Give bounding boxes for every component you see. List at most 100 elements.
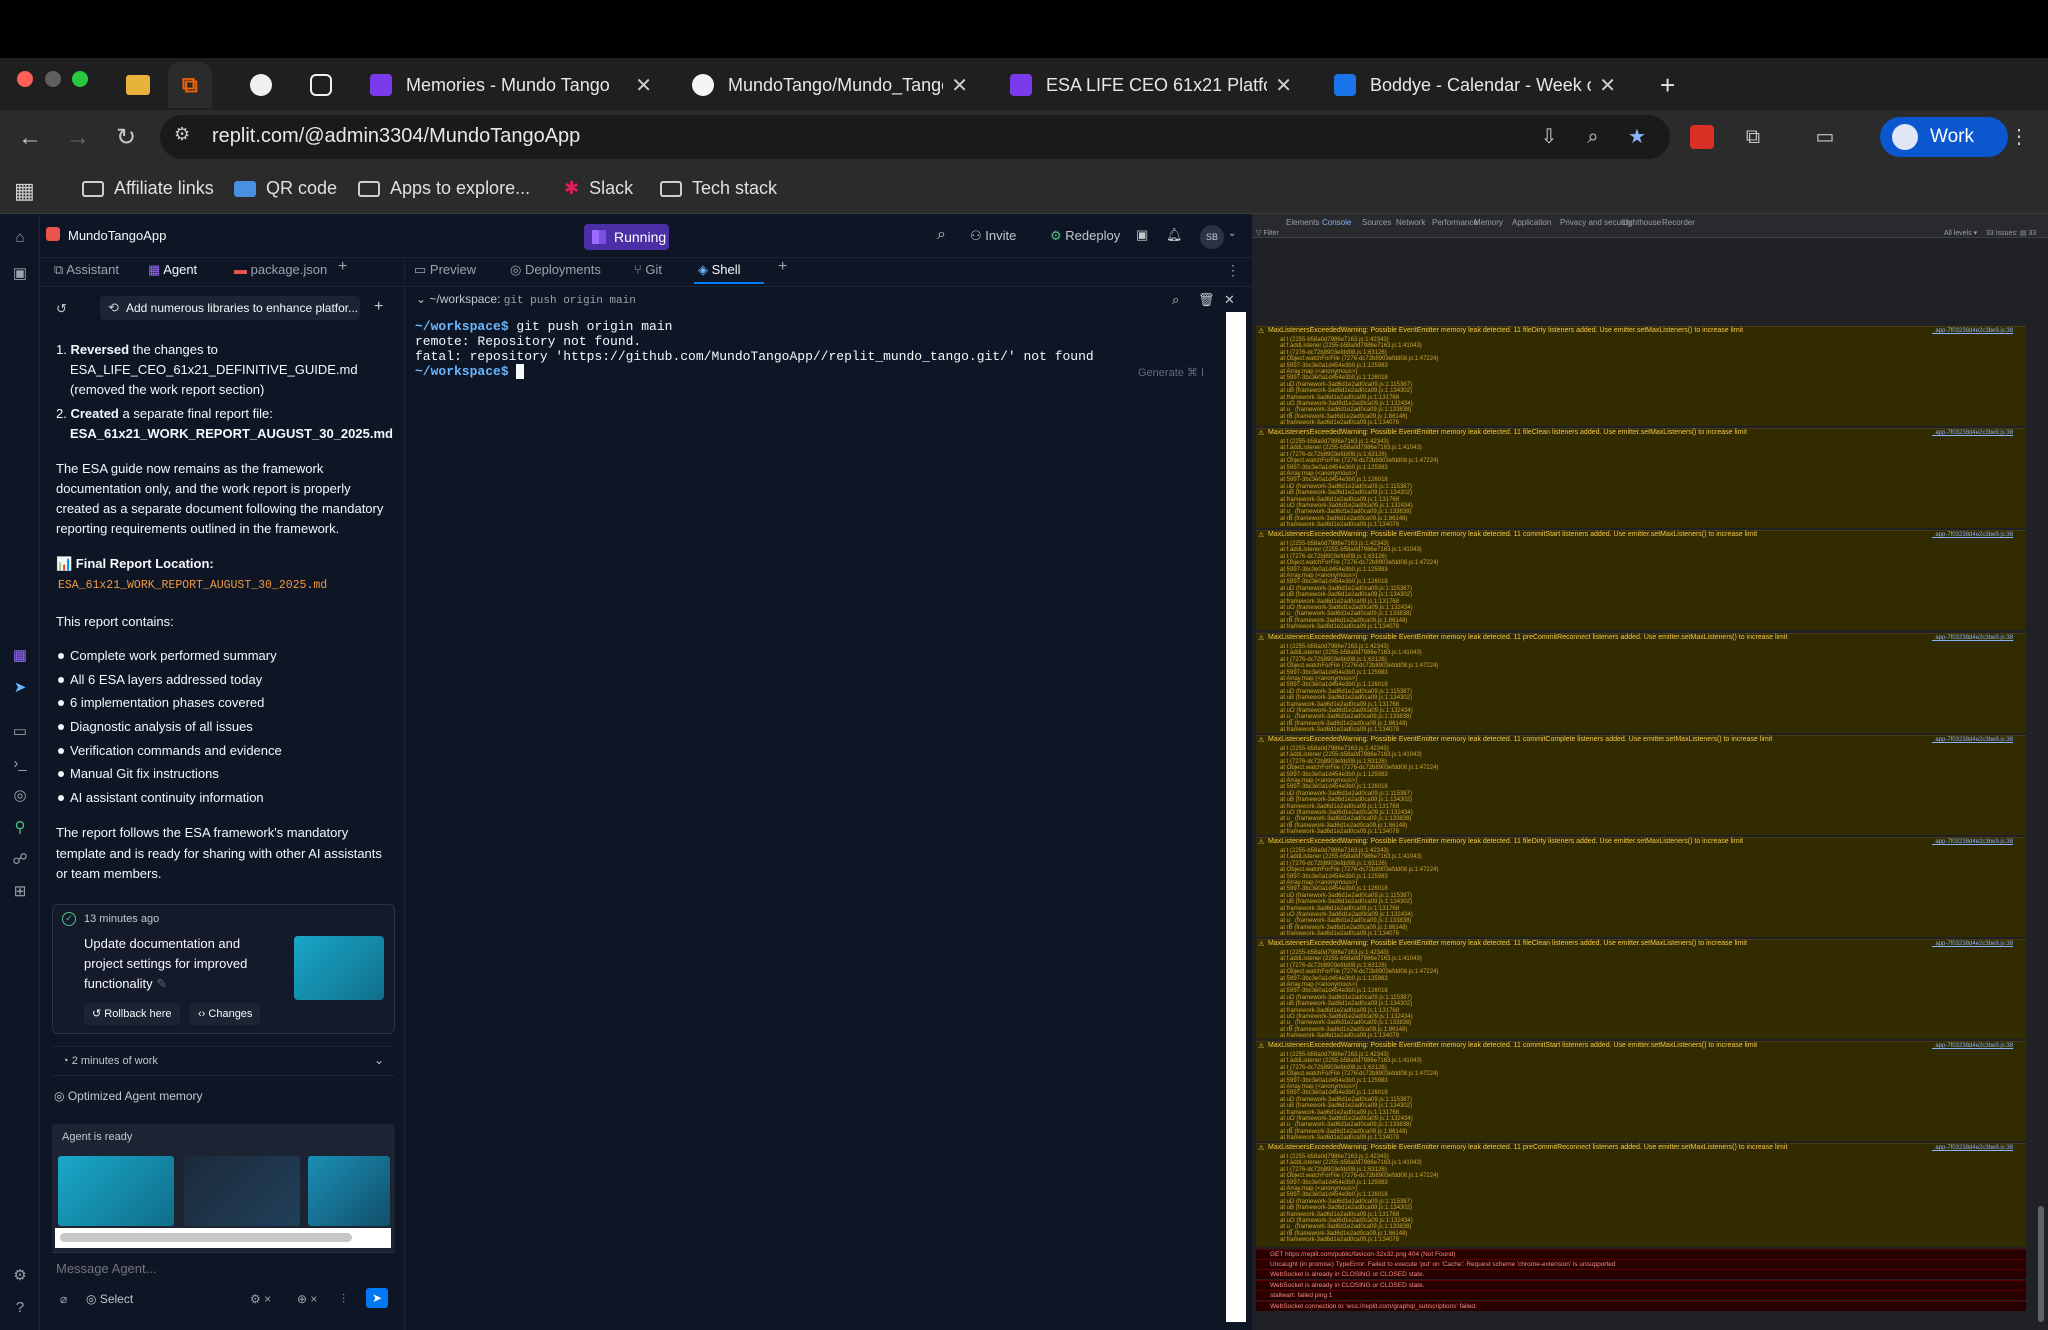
- new-thread-button[interactable]: +: [374, 298, 383, 316]
- shell-session-header[interactable]: ⌄ ~/workspace: git push origin main: [416, 292, 636, 307]
- stack-trace-line[interactable]: at framework-3ad6d1e2ad0ca09.js:1:131768: [1280, 1212, 1399, 1218]
- stack-trace-line[interactable]: at 5997-3bc3e0a1d454e3b0.js:1:125983: [1280, 976, 1388, 982]
- chevron-down-icon[interactable]: ⌄: [374, 1053, 384, 1067]
- redeploy-button[interactable]: ⚙ Redeploy: [1050, 228, 1120, 244]
- search-icon[interactable]: ⌕: [937, 226, 946, 244]
- stack-trace-line[interactable]: at u_ (framework-3ad6d1e2ad0ca09.js:1:13…: [1280, 407, 1411, 413]
- stack-trace-line[interactable]: at 5997-3bc3e0a1d454e3b0.js:1:126018: [1280, 579, 1388, 585]
- stack-trace-line[interactable]: at Object.watchForFile (7276-dc72b8903ef…: [1280, 765, 1438, 771]
- deploy-icon[interactable]: ➤: [10, 678, 30, 698]
- stack-trace-line[interactable]: at f.addListener (2255-b58a0d7986e7163.j…: [1280, 650, 1422, 656]
- stack-trace-line[interactable]: at 5997-3bc3e0a1d454e3b0.js:1:126018: [1280, 1192, 1388, 1198]
- stack-trace-line[interactable]: at uB (framework-3ad6d1e2ad0ca09.js:1:13…: [1280, 797, 1412, 803]
- stack-trace-line[interactable]: at 5997-3bc3e0a1d454e3b0.js:1:126018: [1280, 784, 1388, 790]
- stack-trace-line[interactable]: at uB (framework-3ad6d1e2ad0ca09.js:1:13…: [1280, 1205, 1412, 1211]
- stack-trace-line[interactable]: at uB (framework-3ad6d1e2ad0ca09.js:1:13…: [1280, 490, 1412, 496]
- stack-trace-line[interactable]: at u_ (framework-3ad6d1e2ad0ca09.js:1:13…: [1280, 1020, 1411, 1026]
- zoom-icon[interactable]: ⌕: [1578, 122, 1608, 152]
- stack-trace-line[interactable]: at 5997-3bc3e0a1d454e3b0.js:1:126018: [1280, 477, 1388, 483]
- stack-trace-line[interactable]: at uD (framework-3ad6d1e2ad0ca09.js:1:11…: [1280, 484, 1412, 490]
- stack-trace-line[interactable]: at rB (framework-3ad6d1e2ad0ca09.js:1:86…: [1280, 414, 1407, 420]
- stack-trace-line[interactable]: at t (2255-b58a0d7986e7163.js:1:42343): [1280, 439, 1389, 445]
- stack-trace-line[interactable]: at uB (framework-3ad6d1e2ad0ca09.js:1:13…: [1280, 388, 1412, 394]
- stack-trace-line[interactable]: at Array.map (<anonymous>): [1280, 1186, 1357, 1192]
- stack-trace-line[interactable]: at uB (framework-3ad6d1e2ad0ca09.js:1:13…: [1280, 899, 1412, 905]
- screenshot-thumbnail[interactable]: [308, 1156, 390, 1226]
- changes-button[interactable]: ‹› Changes: [190, 1003, 261, 1025]
- stack-trace-line[interactable]: at t (2255-b58a0d7986e7163.js:1:42343): [1280, 848, 1389, 854]
- source-link[interactable]: _app-7f03238d4e2c3be9.js:38: [1932, 635, 2013, 641]
- stack-trace-line[interactable]: at uO (framework-3ad6d1e2ad0ca09.js:1:13…: [1280, 1218, 1413, 1224]
- stack-trace-line[interactable]: at framework-3ad6d1e2ad0ca09.js:1:131768: [1280, 906, 1399, 912]
- stack-trace-line[interactable]: at uD (framework-3ad6d1e2ad0ca09.js:1:11…: [1280, 1097, 1412, 1103]
- stack-trace-line[interactable]: at framework-3ad6d1e2ad0ca09.js:1:134078: [1280, 624, 1399, 630]
- new-tab-button[interactable]: +: [1646, 62, 1689, 108]
- stack-trace-line[interactable]: at u_ (framework-3ad6d1e2ad0ca09.js:1:13…: [1280, 918, 1411, 924]
- stack-trace-line[interactable]: at 5997-3bc3e0a1d454e3b0.js:1:126018: [1280, 1090, 1388, 1096]
- tab-shell[interactable]: ◈ Shell: [698, 262, 741, 278]
- stack-trace-line[interactable]: at uO (framework-3ad6d1e2ad0ca09.js:1:13…: [1280, 605, 1413, 611]
- stack-trace-line[interactable]: at Object.watchForFile (7276-dc72b8903ef…: [1280, 969, 1438, 975]
- more-menu-icon[interactable]: ⋮: [2004, 122, 2034, 152]
- terminal-scrollbar[interactable]: [1226, 312, 1246, 1322]
- bookmark-slack[interactable]: ✱ Slack: [564, 178, 633, 199]
- stack-trace-line[interactable]: at 5997-3bc3e0a1d454e3b0.js:1:126018: [1280, 886, 1388, 892]
- stack-trace-line[interactable]: at framework-3ad6d1e2ad0ca09.js:1:134078: [1280, 420, 1399, 426]
- bookmark-star-icon[interactable]: ★: [1622, 122, 1652, 152]
- terminal[interactable]: [412, 310, 1225, 1322]
- tab-package-json[interactable]: ▬ package.json: [234, 262, 327, 277]
- agent-thread-selector[interactable]: Add numerous libraries to enhance platfo…: [100, 296, 360, 320]
- stack-trace-line[interactable]: at framework-3ad6d1e2ad0ca09.js:1:131768: [1280, 599, 1399, 605]
- stack-trace-line[interactable]: at Object.watchForFile (7276-dc72b8903ef…: [1280, 458, 1438, 464]
- tab-github-repo[interactable]: MundoTango/Mundo_Tango_/ ✕: [678, 62, 982, 108]
- multiplayer-icon[interactable]: ▣: [1136, 227, 1148, 243]
- stack-trace-line[interactable]: at 5997-3bc3e0a1d454e3b0.js:1:126018: [1280, 988, 1388, 994]
- search-icon[interactable]: ⌕: [1172, 292, 1179, 308]
- stack-trace-line[interactable]: at rB (framework-3ad6d1e2ad0ca09.js:1:86…: [1280, 1129, 1407, 1135]
- stack-trace-line[interactable]: at rB (framework-3ad6d1e2ad0ca09.js:1:86…: [1280, 618, 1407, 624]
- stack-trace-line[interactable]: at uD (framework-3ad6d1e2ad0ca09.js:1:11…: [1280, 1199, 1412, 1205]
- stack-trace-line[interactable]: at 5997-3bc3e0a1d454e3b0.js:1:125983: [1280, 363, 1388, 369]
- stack-trace-line[interactable]: at framework-3ad6d1e2ad0ca09.js:1:134078: [1280, 1033, 1399, 1039]
- apps-grid-icon[interactable]: ▦: [14, 178, 35, 204]
- stack-trace-line[interactable]: at framework-3ad6d1e2ad0ca09.js:1:134078: [1280, 1237, 1399, 1243]
- stack-trace-line[interactable]: at framework-3ad6d1e2ad0ca09.js:1:134078: [1280, 727, 1399, 733]
- stack-trace-line[interactable]: at 5997-3bc3e0a1d454e3b0.js:1:125983: [1280, 1078, 1388, 1084]
- stack-trace-line[interactable]: at t (2255-b58a0d7986e7163.js:1:42343): [1280, 1052, 1389, 1058]
- settings-icon[interactable]: ⚙: [10, 1266, 30, 1286]
- site-settings-icon[interactable]: ⚙: [174, 124, 200, 150]
- minimize-window-button[interactable]: [45, 71, 61, 87]
- stack-trace-line[interactable]: at 5997-3bc3e0a1d454e3b0.js:1:125983: [1280, 567, 1388, 573]
- source-link[interactable]: _app-7f03238d4e2c3be9.js:38: [1932, 532, 2013, 538]
- stack-trace-line[interactable]: at t (7276-dc72b8903efdd08.js:1:63126): [1280, 759, 1387, 765]
- message-input[interactable]: [56, 1256, 386, 1280]
- stack-trace-line[interactable]: at t (7276-dc72b8903efdd08.js:1:63126): [1280, 350, 1387, 356]
- stack-trace-line[interactable]: at u_ (framework-3ad6d1e2ad0ca09.js:1:13…: [1280, 816, 1411, 822]
- checkpoint-thumbnail[interactable]: [294, 936, 384, 1000]
- notifications-icon[interactable]: 🔔︎: [1166, 227, 1183, 243]
- attach-icon[interactable]: ⌀: [60, 1292, 67, 1306]
- app-name[interactable]: MundoTangoApp: [68, 228, 166, 243]
- stack-trace-line[interactable]: at uD (framework-3ad6d1e2ad0ca09.js:1:11…: [1280, 689, 1412, 695]
- console-error[interactable]: GET https://replit.com/public/favicon-32…: [1256, 1249, 2026, 1259]
- trash-icon[interactable]: 🗑︎: [1198, 292, 1215, 308]
- stack-trace-line[interactable]: at uB (framework-3ad6d1e2ad0ca09.js:1:13…: [1280, 592, 1412, 598]
- settings-icon[interactable]: ⚙ ×: [250, 1292, 271, 1306]
- extensions-puzzle-icon[interactable]: ⧉: [1738, 122, 1768, 152]
- reload-button[interactable]: ↻: [108, 120, 144, 156]
- bookmark-qr-code[interactable]: QR code: [234, 178, 337, 199]
- agent-icon[interactable]: ▦: [10, 646, 30, 666]
- console-error[interactable]: stallwart: failed ping 1: [1256, 1290, 2026, 1300]
- profile-button[interactable]: Work: [1880, 117, 2008, 157]
- source-link[interactable]: _app-7f03238d4e2c3be9.js:38: [1932, 430, 2013, 436]
- stack-trace-line[interactable]: at uD (framework-3ad6d1e2ad0ca09.js:1:11…: [1280, 791, 1412, 797]
- forward-button[interactable]: →: [60, 120, 96, 156]
- bookmark-affiliate-links[interactable]: Affiliate links: [82, 178, 214, 199]
- stack-trace-line[interactable]: at framework-3ad6d1e2ad0ca09.js:1:134078: [1280, 829, 1399, 835]
- stack-trace-line[interactable]: at Object.watchForFile (7276-dc72b8903ef…: [1280, 1071, 1438, 1077]
- stack-trace-line[interactable]: at uO (framework-3ad6d1e2ad0ca09.js:1:13…: [1280, 503, 1413, 509]
- stack-trace-line[interactable]: at uB (framework-3ad6d1e2ad0ca09.js:1:13…: [1280, 1001, 1412, 1007]
- stack-trace-line[interactable]: at Array.map (<anonymous>): [1280, 471, 1357, 477]
- devtools-tab[interactable]: Console: [1322, 218, 1351, 227]
- stack-trace-line[interactable]: at rB (framework-3ad6d1e2ad0ca09.js:1:86…: [1280, 925, 1407, 931]
